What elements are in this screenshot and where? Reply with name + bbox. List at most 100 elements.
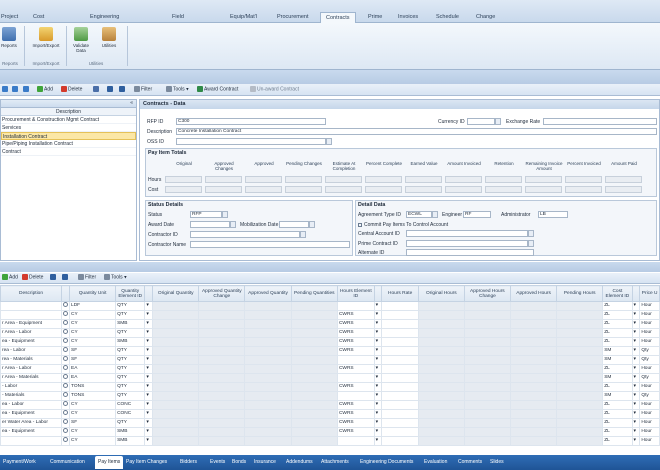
column-header[interactable]: Pending Quantities <box>290 285 338 302</box>
bottom-tab-addendums[interactable]: Addendums <box>286 459 313 465</box>
grid-cell[interactable]: TONS <box>69 391 117 401</box>
lookup-cell[interactable] <box>61 427 71 437</box>
column-header[interactable]: Original Hours <box>417 285 465 302</box>
grid-cell[interactable] <box>152 427 200 437</box>
grid-cell[interactable] <box>417 427 465 437</box>
tab-contracts[interactable]: Contracts <box>320 12 356 23</box>
grid-cell[interactable] <box>290 373 338 383</box>
grid-cell[interactable] <box>556 436 604 446</box>
grid-cell[interactable] <box>290 409 338 419</box>
grid-cell[interactable]: SF <box>69 355 117 365</box>
grid-cell[interactable] <box>336 436 375 446</box>
bottom-tab-events[interactable]: Events <box>210 459 225 465</box>
search-icon[interactable] <box>63 383 69 388</box>
dropdown-cell[interactable]: ▾ <box>631 400 641 410</box>
grid-cell[interactable]: ea - Equipment <box>0 409 63 419</box>
grid-cell[interactable] <box>290 346 338 356</box>
tab-cost[interactable]: Cost <box>33 14 44 20</box>
lookup-cell[interactable] <box>61 364 71 374</box>
tab-procurement[interactable]: Procurement <box>277 14 309 20</box>
grid-cell[interactable] <box>509 355 558 365</box>
mobilization-date-input[interactable] <box>279 221 309 228</box>
tab-change[interactable]: Change <box>476 14 495 20</box>
dropdown-cell[interactable]: ▾ <box>373 346 383 356</box>
reports-button[interactable]: Reports <box>0 27 24 48</box>
grid-cell[interactable]: SF <box>69 346 117 356</box>
dropdown-cell[interactable]: ▾ <box>144 346 154 356</box>
grid-cell[interactable]: CWRS <box>336 427 375 437</box>
column-header[interactable] <box>61 285 71 302</box>
utilities-button[interactable]: Utilities <box>94 27 124 48</box>
column-header[interactable]: Hours Element ID <box>336 285 375 302</box>
grid-cell[interactable] <box>556 310 604 320</box>
grid-cell[interactable] <box>463 346 512 356</box>
grid-cell[interactable]: Qty <box>639 373 660 383</box>
grid-cell[interactable]: r Area - Materials <box>0 373 63 383</box>
table-row[interactable]: CY SMB ▾ ▾ ZL ▾ Hour <box>0 436 660 446</box>
grid-cell[interactable] <box>336 301 375 311</box>
dropdown-cell[interactable]: ▾ <box>373 382 383 392</box>
grid-cell[interactable] <box>463 319 512 329</box>
search-icon[interactable] <box>63 419 69 424</box>
grid-cell[interactable] <box>152 436 200 446</box>
grid-cell[interactable] <box>152 391 200 401</box>
table-row[interactable]: LDF QTY ▾ ▾ ZL ▾ Hour <box>0 301 660 311</box>
grid-cell[interactable]: Hour <box>639 364 660 374</box>
grid-cell[interactable] <box>417 337 465 347</box>
table-row[interactable]: r Area - Labor EA QTY ▾ CWRS ▾ ZL ▾ Hour <box>0 364 660 374</box>
dropdown-cell[interactable]: ▾ <box>373 355 383 365</box>
grid-cell[interactable] <box>381 400 419 410</box>
grid-cell[interactable]: ZL <box>602 364 633 374</box>
delete-button[interactable]: Delete <box>61 86 82 92</box>
agreement-type-dropdown[interactable] <box>432 211 438 218</box>
dropdown-cell[interactable]: ▾ <box>373 418 383 428</box>
table-row[interactable]: rea - Labor SF QTY ▾ CWRS ▾ SM ▾ Qty <box>0 346 660 356</box>
currency-id-input[interactable] <box>467 118 495 125</box>
grid-redo-button[interactable] <box>62 274 69 280</box>
grid-cell[interactable] <box>556 301 604 311</box>
tab-schedule[interactable]: Schedule <box>436 14 459 20</box>
grid-cell[interactable] <box>509 418 558 428</box>
grid-cell[interactable] <box>556 319 604 329</box>
grid-cell[interactable] <box>556 409 604 419</box>
grid-cell[interactable] <box>417 301 465 311</box>
dropdown-cell[interactable]: ▾ <box>631 418 641 428</box>
grid-cell[interactable] <box>198 319 246 329</box>
table-row[interactable]: r Area - Materials EA QTY ▾ ▾ SM ▾ Qty <box>0 373 660 383</box>
search-icon[interactable] <box>63 356 69 361</box>
grid-cell[interactable] <box>290 436 338 446</box>
grid-tools-button[interactable]: Tools ▾ <box>104 274 127 280</box>
grid-cell[interactable] <box>0 310 63 320</box>
grid-cell[interactable]: CY <box>69 436 117 446</box>
dropdown-cell[interactable]: ▾ <box>144 418 154 428</box>
grid-cell[interactable] <box>290 364 338 374</box>
nav-up-button[interactable] <box>23 86 30 92</box>
grid-cell[interactable]: rea - Labor <box>0 346 63 356</box>
grid-cell[interactable] <box>336 373 375 383</box>
central-account-input[interactable] <box>406 230 528 237</box>
dropdown-cell[interactable]: ▾ <box>144 409 154 419</box>
grid-cell[interactable]: ZL <box>602 418 633 428</box>
grid-cell[interactable] <box>198 409 246 419</box>
nav-first-button[interactable] <box>2 86 9 92</box>
description-input[interactable]: Concrete Installation Contract <box>176 128 657 135</box>
grid-cell[interactable]: Qty <box>639 391 660 401</box>
grid-cell[interactable] <box>381 355 419 365</box>
grid-cell[interactable]: r Area - Labor <box>0 328 63 338</box>
search-icon[interactable] <box>63 437 69 442</box>
grid-cell[interactable] <box>152 418 200 428</box>
dropdown-cell[interactable]: ▾ <box>373 301 383 311</box>
grid-cell[interactable]: Hour <box>639 328 660 338</box>
table-row[interactable]: CY QTY ▾ CWRS ▾ ZL ▾ Hour <box>0 310 660 320</box>
grid-cell[interactable]: QTY <box>115 382 146 392</box>
grid-cell[interactable]: CWRS <box>336 364 375 374</box>
grid-cell[interactable] <box>509 328 558 338</box>
grid-cell[interactable] <box>417 355 465 365</box>
bottom-tab-insurance[interactable]: Insurance <box>254 459 276 465</box>
grid-cell[interactable] <box>244 409 292 419</box>
grid-cell[interactable]: CWRS <box>336 337 375 347</box>
grid-cell[interactable]: CWRS <box>336 310 375 320</box>
grid-cell[interactable] <box>244 310 292 320</box>
grid-cell[interactable]: Qty <box>639 355 660 365</box>
grid-cell[interactable]: ea - Equipment <box>0 337 63 347</box>
